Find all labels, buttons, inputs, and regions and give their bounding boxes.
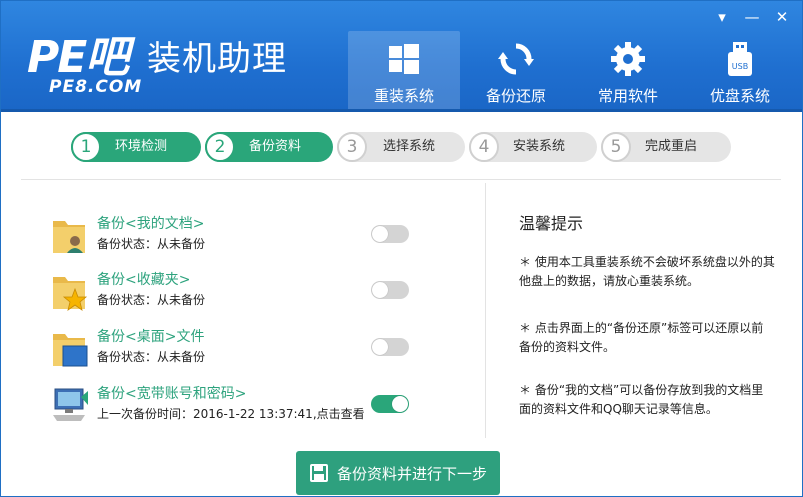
desktop-folder-icon (53, 334, 88, 367)
step-4: 4 安装系统 (469, 132, 597, 162)
tip-item: ＊ 点击界面上的“备份还原”标签可以还原以前备份的资料文件。 (519, 321, 764, 354)
toggle-knob (392, 396, 408, 412)
usb-text: USB (732, 62, 748, 71)
divider (21, 179, 781, 180)
tip-item: ＊ 备份“我的文档”可以备份存放到我的文档里面的资料文件和QQ聊天记录等信息。 (519, 383, 764, 416)
logo-title: 装机助理 (147, 39, 287, 79)
step-number: 2 (205, 132, 235, 162)
step-5: 5 完成重启 (601, 132, 731, 162)
step-label: 安装系统 (513, 139, 566, 154)
step-label: 环境检测 (115, 139, 168, 154)
logo-sub: PE8.COM (49, 77, 143, 97)
logo-pe: PE吧 (27, 32, 129, 83)
step-number: 1 (71, 132, 101, 162)
usb-icon: USB (728, 42, 752, 76)
backup-item-broadband: 备份<宽带账号和密码> 上一次备份时间：2016-1-22 13:37:41,点… (51, 383, 421, 431)
minimize-icon[interactable]: — (744, 7, 760, 27)
close-icon[interactable]: ✕ (774, 7, 790, 27)
backup-item-favorites: 备份<收藏夹> 备份状态：从未备份 (51, 269, 421, 317)
backup-item-status: 备份状态：从未备份 (97, 237, 206, 251)
progress-steps: 1 环境检测 2 备份资料 3 选择系统 4 安装系统 5 完成重启 (71, 128, 731, 166)
windows-icon (389, 44, 419, 74)
logo: PE吧 装机助理 PE8.COM (27, 33, 307, 105)
backup-item-title: 备份<宽带账号和密码> (97, 386, 247, 402)
backup-broadband-toggle[interactable] (371, 395, 409, 413)
nav-backup-restore[interactable]: 备份还原 (460, 31, 572, 109)
backup-item-desktop: 备份<桌面>文件 备份状态：从未备份 (51, 326, 421, 374)
step-2: 2 备份资料 (205, 132, 333, 162)
documents-folder-icon (53, 221, 85, 253)
nav-label: 备份还原 (485, 87, 546, 105)
step-label: 备份资料 (249, 139, 302, 154)
step-label: 选择系统 (383, 139, 436, 154)
backup-item-status[interactable]: 上一次备份时间：2016-1-22 13:37:41,点击查看 (97, 405, 365, 422)
sync-icon (498, 43, 534, 75)
app-window: PE吧 装机助理 PE8.COM ▾ — ✕ 重装系统 备份还原 常用软件 US… (0, 0, 803, 497)
save-icon (309, 464, 328, 482)
nav-label: 重装系统 (373, 87, 434, 105)
divider (485, 183, 486, 438)
tips-title: 温馨提示 (519, 214, 584, 233)
favorites-folder-icon (53, 277, 88, 311)
toggle-knob (372, 339, 388, 355)
step-3: 3 选择系统 (337, 132, 465, 162)
tip-item: ＊ 使用本工具重装系统不会破坏系统盘以外的其他盘上的数据，请放心重装系统。 (519, 255, 775, 288)
step-number: 3 (337, 132, 367, 162)
nav-usb-system[interactable]: USB 优盘系统 (684, 31, 796, 109)
main-nav: 重装系统 备份还原 常用软件 USB 优盘系统 (348, 31, 796, 109)
step-number: 4 (469, 132, 499, 162)
nav-reinstall-system[interactable]: 重装系统 (348, 31, 460, 109)
nav-label: 常用软件 (597, 87, 658, 105)
backup-favorites-toggle[interactable] (371, 281, 409, 299)
nav-label: 优盘系统 (709, 87, 770, 105)
gear-icon (611, 42, 645, 76)
backup-desktop-toggle[interactable] (371, 338, 409, 356)
network-computer-icon (53, 388, 88, 421)
backup-item-title: 备份<我的文档> (97, 216, 205, 232)
header-bar: PE吧 装机助理 PE8.COM ▾ — ✕ 重装系统 备份还原 常用软件 US… (1, 1, 802, 112)
backup-item-title: 备份<桌面>文件 (97, 329, 205, 345)
menu-dropdown-icon[interactable]: ▾ (714, 7, 730, 27)
window-controls: ▾ — ✕ (714, 7, 790, 27)
step-1: 1 环境检测 (71, 132, 201, 162)
nav-common-software[interactable]: 常用软件 (572, 31, 684, 109)
backup-item-title: 备份<收藏夹> (97, 272, 191, 288)
toggle-knob (372, 226, 388, 242)
backup-item-documents: 备份<我的文档> 备份状态：从未备份 (51, 213, 421, 261)
backup-and-next-button[interactable]: 备份资料并进行下一步 (296, 451, 500, 495)
backup-item-status: 备份状态：从未备份 (97, 293, 206, 307)
toggle-knob (372, 282, 388, 298)
next-button-label: 备份资料并进行下一步 (336, 464, 487, 483)
step-label: 完成重启 (645, 139, 698, 154)
backup-item-status: 备份状态：从未备份 (97, 350, 206, 364)
step-number: 5 (601, 132, 631, 162)
backup-documents-toggle[interactable] (371, 225, 409, 243)
